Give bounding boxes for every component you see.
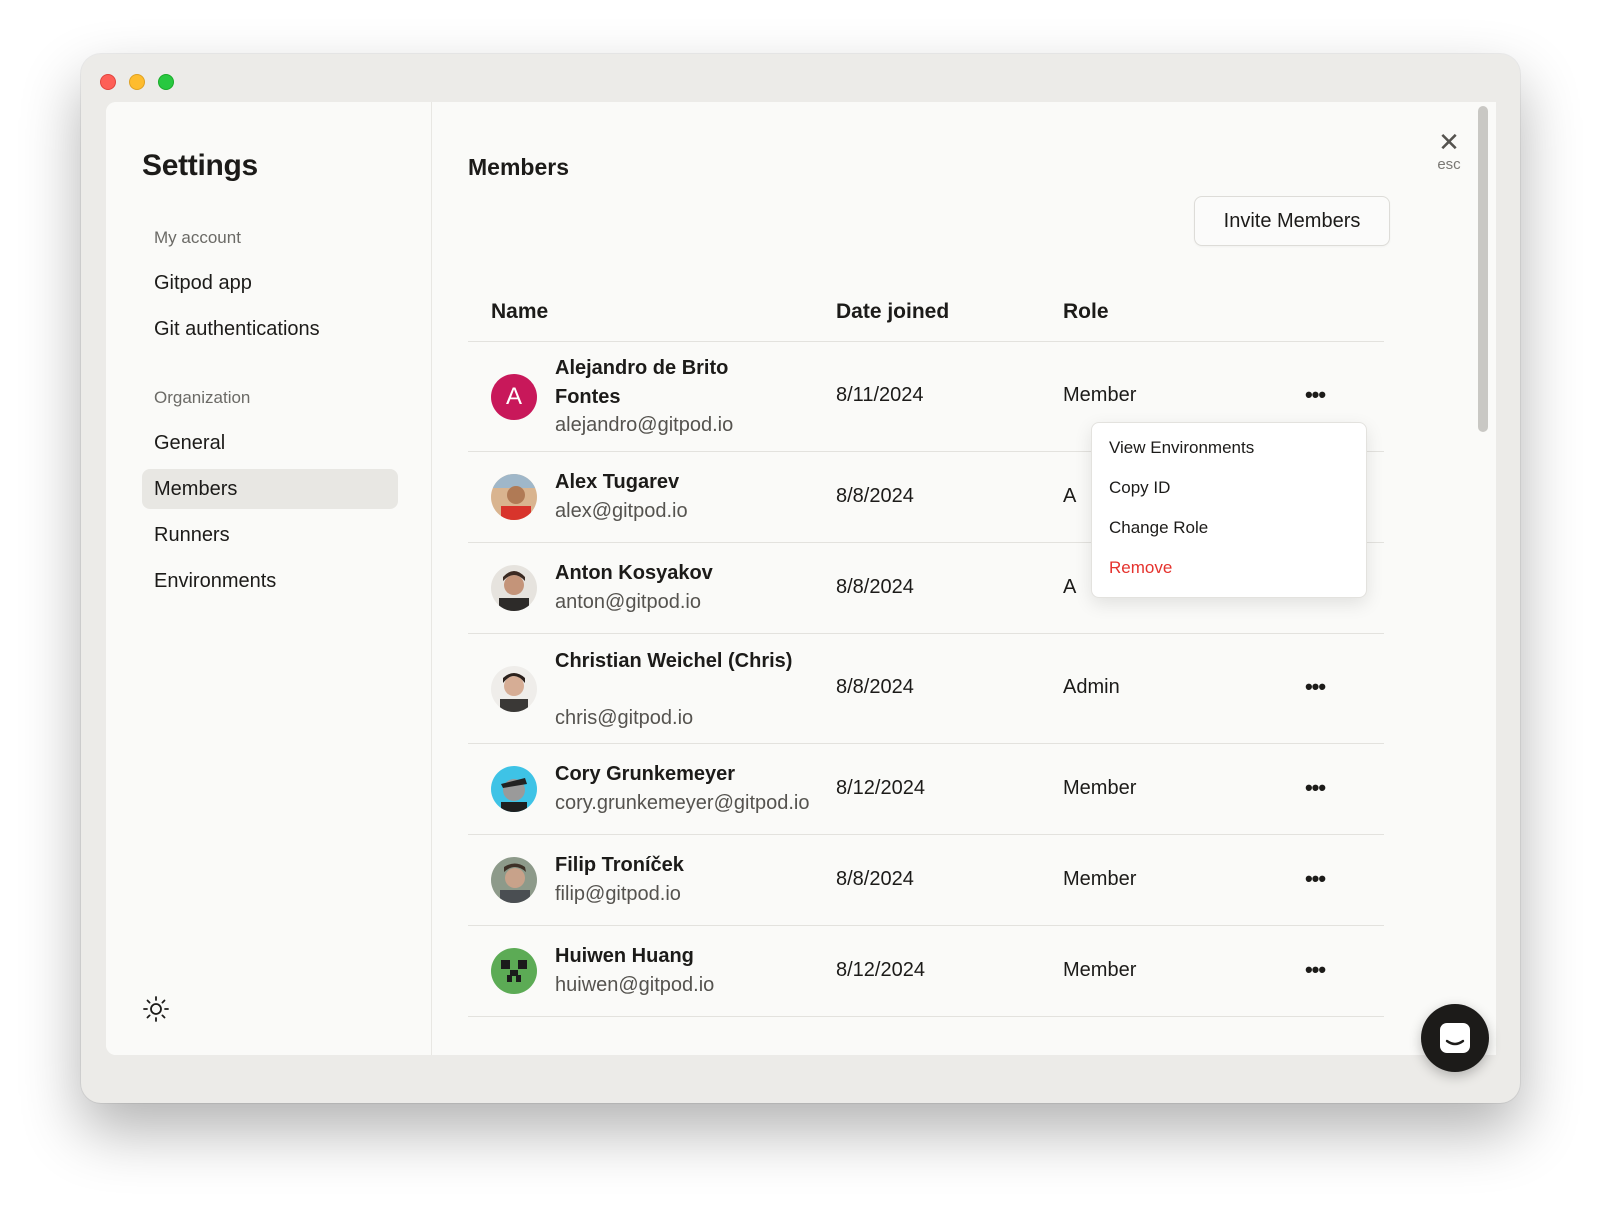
member-date-joined: 8/12/2024	[836, 959, 925, 981]
close-icon: ✕	[1438, 127, 1460, 157]
members-page: Members Invite Members ✕ esc Name Date j…	[432, 102, 1496, 1055]
scrollbar[interactable]	[1478, 106, 1490, 432]
member-role: A	[1063, 576, 1077, 598]
sidebar-item-general[interactable]: General	[142, 423, 398, 463]
member-date-joined: 8/8/2024	[836, 676, 914, 698]
sidebar-item-git-authentications[interactable]: Git authentications	[142, 309, 398, 349]
more-options-icon[interactable]: •••	[1300, 777, 1330, 801]
menu-item-remove[interactable]: Remove	[1092, 555, 1366, 595]
zoom-window-button[interactable]	[158, 74, 174, 90]
window-controls	[100, 74, 174, 90]
members-table: Name Date joined Role A Alejandro de Bri…	[468, 282, 1384, 1017]
avatar	[491, 565, 537, 611]
avatar	[491, 766, 537, 812]
member-role: Member	[1063, 959, 1137, 981]
more-options-icon[interactable]: •••	[1300, 676, 1330, 700]
member-email: chris@gitpod.io	[555, 707, 694, 729]
member-name: Filip Troníček	[555, 854, 684, 876]
sidebar-item-runners[interactable]: Runners	[142, 515, 398, 555]
menu-item-change-role[interactable]: Change Role	[1092, 515, 1366, 555]
menu-item-view-environments[interactable]: View Environments	[1092, 435, 1366, 475]
table-row[interactable]: Christian Weichel (Chris) chris@gitpod.i…	[468, 634, 1384, 744]
member-name: Huiwen Huang	[555, 945, 694, 967]
member-role: Admin	[1063, 676, 1120, 698]
support-chat-button[interactable]	[1421, 1004, 1489, 1072]
avatar	[491, 474, 537, 520]
sun-icon[interactable]	[142, 995, 170, 1023]
member-role: A	[1063, 485, 1077, 507]
column-header-role[interactable]: Role	[1063, 300, 1109, 324]
member-date-joined: 8/12/2024	[836, 777, 925, 799]
app-window: Settings My account Gitpod app Git authe…	[81, 54, 1520, 1103]
member-name: Alejandro de Brito Fontes	[555, 357, 729, 408]
scrollbar-thumb[interactable]	[1478, 106, 1488, 432]
member-name: Christian Weichel (Chris)	[555, 650, 793, 672]
row-context-menu: View Environments Copy ID Change Role Re…	[1091, 422, 1367, 598]
member-email: huiwen@gitpod.io	[555, 974, 715, 996]
menu-item-copy-id[interactable]: Copy ID	[1092, 475, 1366, 515]
sidebar: Settings My account Gitpod app Git authe…	[106, 102, 432, 1055]
table-row[interactable]: Cory Grunkemeyer cory.grunkemeyer@gitpod…	[468, 744, 1384, 835]
member-name: Anton Kosyakov	[555, 562, 713, 584]
minimize-window-button[interactable]	[129, 74, 145, 90]
column-header-name[interactable]: Name	[491, 300, 548, 324]
member-role: Member	[1063, 384, 1137, 406]
member-email: alejandro@gitpod.io	[555, 414, 734, 436]
avatar	[491, 948, 537, 994]
member-date-joined: 8/8/2024	[836, 485, 914, 507]
member-email: anton@gitpod.io	[555, 591, 701, 613]
page-title: Members	[468, 154, 569, 180]
member-name: Cory Grunkemeyer	[555, 763, 736, 785]
sidebar-item-environments[interactable]: Environments	[142, 561, 398, 601]
sidebar-section-organization: Organization	[154, 388, 251, 407]
table-header: Name Date joined Role	[468, 282, 1384, 342]
member-email: cory.grunkemeyer@gitpod.io	[555, 792, 810, 814]
avatar: A	[491, 374, 537, 420]
close-window-button[interactable]	[100, 74, 116, 90]
sidebar-item-gitpod-app[interactable]: Gitpod app	[142, 263, 398, 303]
sidebar-section-my-account: My account	[154, 228, 241, 247]
sidebar-item-members[interactable]: Members	[142, 469, 398, 509]
member-email: alex@gitpod.io	[555, 500, 688, 522]
table-row[interactable]: Huiwen Huang huiwen@gitpod.io 8/12/2024 …	[468, 926, 1384, 1017]
member-date-joined: 8/8/2024	[836, 576, 914, 598]
member-email: filip@gitpod.io	[555, 883, 681, 905]
more-options-icon[interactable]: •••	[1300, 959, 1330, 983]
avatar	[491, 857, 537, 903]
column-header-date-joined[interactable]: Date joined	[836, 300, 949, 324]
member-role: Member	[1063, 868, 1137, 890]
more-options-icon[interactable]: •••	[1300, 384, 1330, 408]
chat-icon	[1440, 1023, 1470, 1053]
avatar	[491, 666, 537, 712]
table-row[interactable]: Filip Troníček filip@gitpod.io 8/8/2024 …	[468, 835, 1384, 926]
invite-members-button[interactable]: Invite Members	[1194, 196, 1390, 246]
member-date-joined: 8/8/2024	[836, 868, 914, 890]
member-date-joined: 8/11/2024	[836, 384, 924, 406]
close-settings-button[interactable]: ✕ esc	[1432, 127, 1466, 173]
settings-panel: Settings My account Gitpod app Git authe…	[106, 102, 1496, 1055]
esc-hint: esc	[1437, 156, 1461, 173]
sidebar-title: Settings	[142, 149, 258, 182]
member-role: Member	[1063, 777, 1137, 799]
more-options-icon[interactable]: •••	[1300, 868, 1330, 892]
member-name: Alex Tugarev	[555, 471, 680, 493]
